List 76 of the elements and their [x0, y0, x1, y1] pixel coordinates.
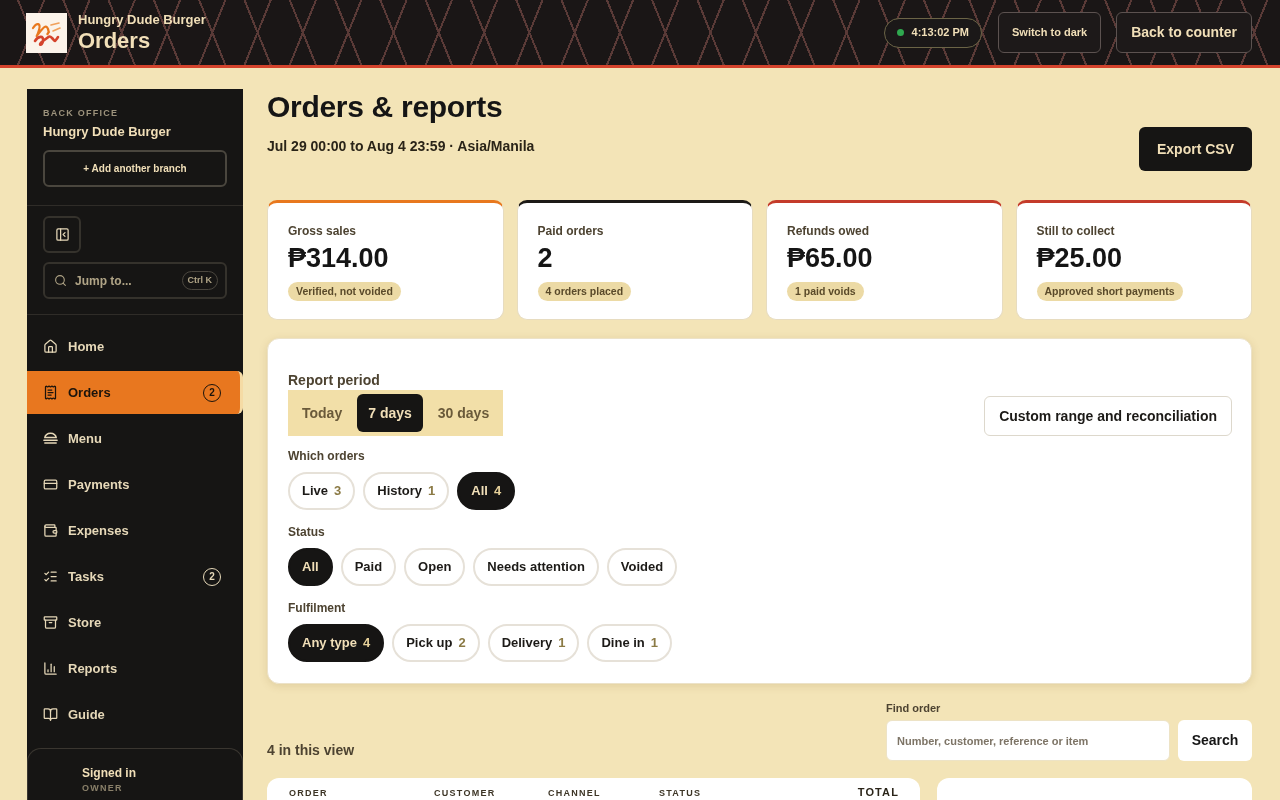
- wallet-icon: [43, 523, 58, 538]
- page-title: Orders: [78, 28, 152, 53]
- filter-group-label: Status: [288, 524, 326, 540]
- date-range: Jul 29 00:00 to Aug 4 23:59 · Asia/Manila: [267, 137, 535, 156]
- nav-item[interactable]: Reports: [27, 647, 243, 690]
- filter-chip[interactable]: Delivery 1: [487, 624, 580, 662]
- credit-card-icon: [43, 477, 58, 492]
- branch-name: Hungry Dude Burger: [43, 124, 172, 140]
- box-icon: [43, 615, 58, 630]
- filter-chip[interactable]: Pick up 2: [392, 624, 480, 662]
- nav-item[interactable]: Home: [27, 325, 243, 368]
- stat-note: Approved short payments: [1036, 282, 1183, 301]
- nav-item[interactable]: Menu: [27, 417, 243, 460]
- brand-name: Hungry Dude Burger: [78, 12, 206, 28]
- filter-chip[interactable]: History 1: [363, 472, 450, 510]
- column-header: ORDER: [289, 787, 328, 798]
- filter-chip[interactable]: All 4: [457, 472, 516, 510]
- filter-chip[interactable]: Dine in 1: [587, 624, 673, 662]
- stat-note: 1 paid voids: [787, 282, 864, 301]
- collapse-icon: [54, 227, 70, 242]
- nav-item[interactable]: Store: [27, 601, 243, 644]
- account-status: Signed in: [82, 766, 137, 781]
- period-option[interactable]: Today: [291, 394, 354, 432]
- receipt-icon: [43, 385, 58, 400]
- search-button[interactable]: Search: [1178, 720, 1252, 761]
- stat-label: Gross sales: [288, 223, 358, 239]
- custom-range-button[interactable]: Custom range and reconciliation: [984, 396, 1232, 436]
- bar-chart-icon: [43, 661, 58, 676]
- stat-value: 2: [537, 243, 554, 273]
- collapse-sidebar-button[interactable]: [43, 216, 81, 253]
- page-heading: Orders & reports: [267, 89, 504, 125]
- nav-item[interactable]: Guide: [27, 693, 243, 736]
- export-button[interactable]: Export CSV: [1139, 127, 1252, 171]
- filter-group-label: Which orders: [288, 448, 366, 464]
- column-header: STATUS: [659, 787, 702, 798]
- filter-chip[interactable]: Live 3: [288, 472, 356, 510]
- filter-group-label: Fulfilment: [288, 600, 347, 616]
- column-header: CUSTOMER: [434, 787, 496, 798]
- period-option[interactable]: 30 days: [426, 394, 501, 432]
- filter-chip[interactable]: Needs attention: [473, 548, 599, 586]
- filter-chip[interactable]: Any type 4: [288, 624, 385, 662]
- period-option[interactable]: 7 days: [357, 394, 423, 432]
- filter-chip[interactable]: Voided: [606, 548, 678, 586]
- nav-item[interactable]: Orders 2: [27, 371, 243, 414]
- nav-item[interactable]: Tasks 2: [27, 555, 243, 598]
- stat-label: Refunds owed: [787, 223, 870, 239]
- checklist-icon: [43, 569, 58, 584]
- filter-chip[interactable]: All: [288, 548, 333, 586]
- stat-label: Paid orders: [537, 223, 605, 239]
- stat-note: Verified, not voided: [288, 282, 401, 301]
- search-icon: [54, 274, 67, 287]
- add-branch-button[interactable]: + Add another branch: [43, 150, 227, 187]
- order-search-field[interactable]: Number, customer, reference or item: [886, 720, 1170, 761]
- filter-chip[interactable]: Open: [404, 548, 466, 586]
- period-label: Report period: [288, 372, 381, 388]
- nav-item[interactable]: Payments: [27, 463, 243, 506]
- column-header: CHANNEL: [548, 787, 601, 798]
- stat-value: ₱65.00: [787, 243, 874, 273]
- result-count: 4 in this view: [267, 741, 355, 760]
- theme-toggle-button[interactable]: Switch to dark: [998, 12, 1102, 53]
- column-header: TOTAL: [857, 787, 899, 798]
- nav-item[interactable]: Expenses: [27, 509, 243, 552]
- clock-time: 4:13:02 PM: [911, 25, 969, 41]
- burger-icon: [43, 432, 58, 445]
- stat-note: 4 orders placed: [537, 282, 632, 301]
- back-button[interactable]: Back to counter: [1116, 12, 1252, 53]
- home-icon: [43, 339, 58, 354]
- section-eyebrow: BACK OFFICE: [43, 107, 120, 119]
- stat-value: ₱25.00: [1036, 243, 1124, 273]
- filter-chip[interactable]: Paid: [340, 548, 397, 586]
- logo-icon: [26, 12, 67, 53]
- stat-value: ₱314.00: [288, 243, 390, 273]
- book-icon: [43, 707, 58, 722]
- account-role: OWNER: [82, 782, 124, 794]
- find-order-label: Find order: [886, 701, 942, 715]
- stat-label: Still to collect: [1036, 223, 1116, 239]
